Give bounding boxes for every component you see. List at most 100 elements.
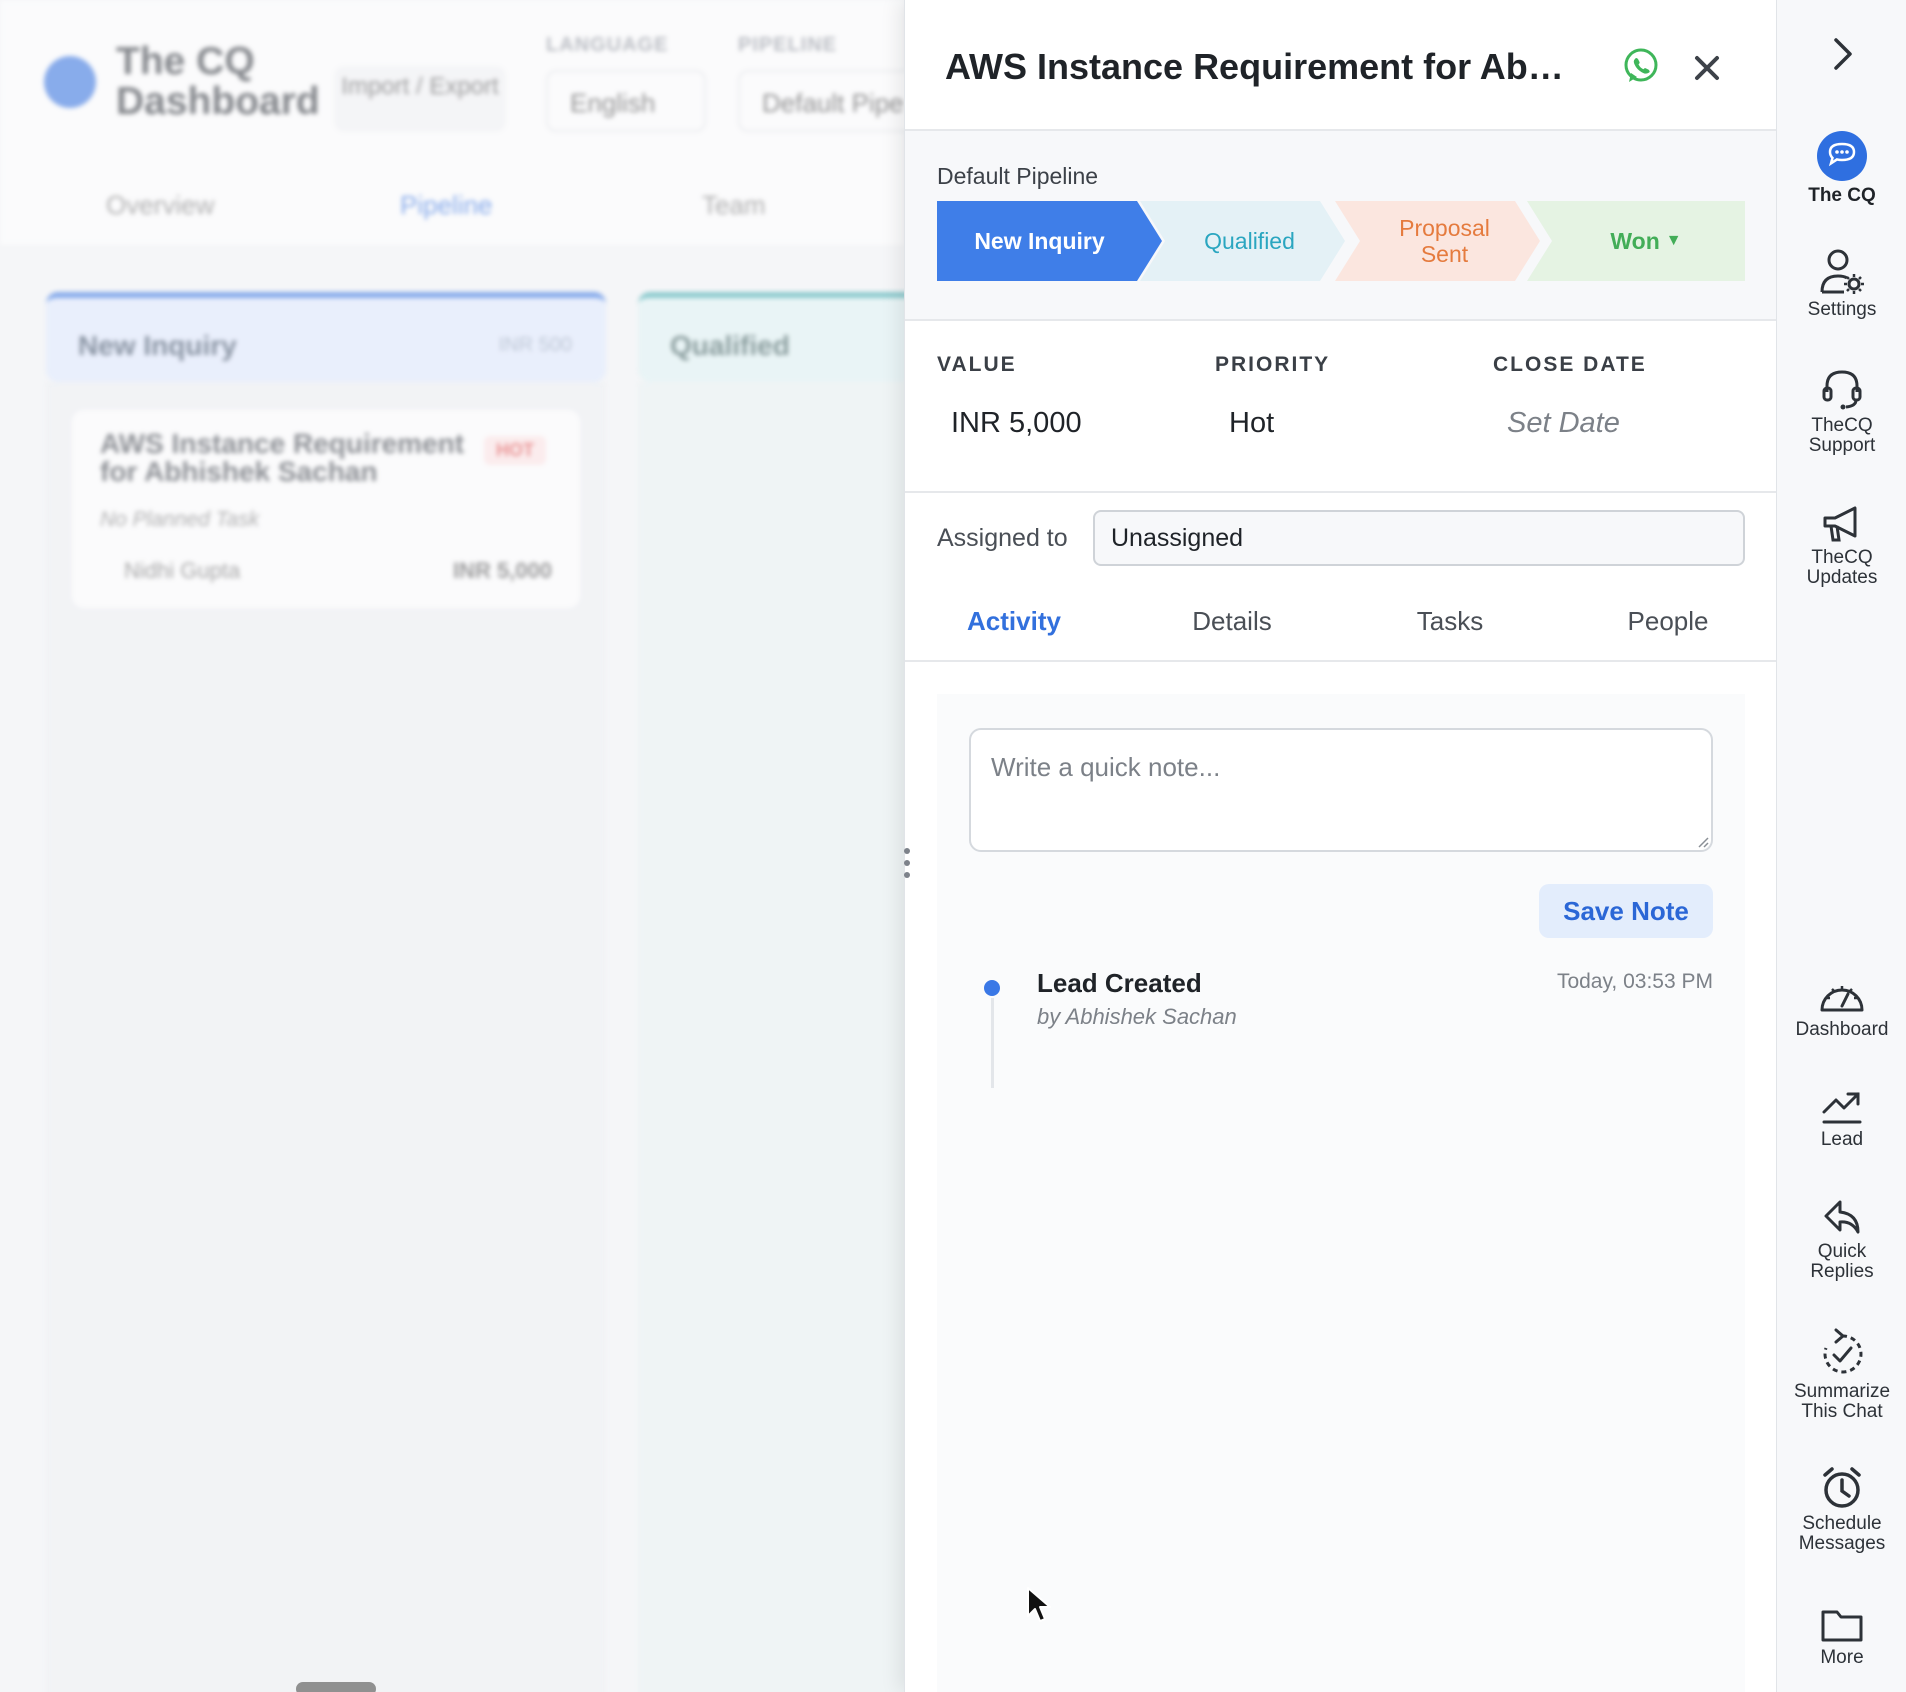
sidebar-item-label: Summarize This Chat: [1793, 1381, 1891, 1422]
sidebar-item-quick-replies[interactable]: Quick Replies: [1777, 1198, 1906, 1282]
priority-label: PRIORITY: [1215, 353, 1331, 376]
priority-field: PRIORITY Hot: [1215, 353, 1330, 440]
stage-label: Proposal Sent: [1399, 215, 1490, 267]
tab-overview[interactable]: Overview: [106, 190, 214, 221]
language-select[interactable]: English: [546, 70, 706, 132]
refresh-check-icon: [1823, 1328, 1863, 1374]
value-label: VALUE: [937, 353, 1017, 376]
right-sidebar: The CQ Settings TheCQ Support TheCQ Upda…: [1776, 0, 1906, 1692]
drawer-resize-handle[interactable]: [903, 848, 911, 878]
stage-label: Won: [1610, 228, 1660, 254]
assignment-row: Assigned to Unassigned: [937, 508, 1745, 566]
close-date-label: CLOSE DATE: [1493, 353, 1647, 376]
mouse-pointer-icon: [1027, 1587, 1051, 1622]
dashboard-title: The CQ Dashboard: [116, 40, 320, 123]
column-new-inquiry: New Inquiry INR 500: [46, 292, 606, 382]
stage-label: New Inquiry: [974, 228, 1105, 254]
sidebar-item-label: TheCQ Updates: [1806, 547, 1878, 588]
language-label: LANGUAGE: [546, 34, 669, 56]
timeline-dot: [984, 980, 1000, 996]
sidebar-item-lead[interactable]: Lead: [1777, 1086, 1906, 1150]
hot-badge: HOT: [484, 436, 546, 465]
stage-label: Qualified: [1204, 228, 1295, 254]
sidebar-item-label: Dashboard: [1795, 1019, 1889, 1040]
pipeline-name: Default Pipeline: [937, 163, 1099, 189]
sidebar-item-label: More: [1820, 1647, 1864, 1668]
lead-card-owner: Nidhi Gupta: [124, 558, 241, 583]
tab-details[interactable]: Details: [1123, 606, 1341, 637]
drawer-header: AWS Instance Requirement for Abhi...: [905, 0, 1777, 131]
lead-card[interactable]: AWS Instance Requirement for Abhishek Sa…: [72, 410, 580, 608]
sidebar-item-label: TheCQ Support: [1808, 415, 1876, 456]
whatsapp-icon[interactable]: [1621, 46, 1661, 86]
chevron-right-icon: [1834, 38, 1852, 70]
sidebar-item-more[interactable]: More: [1777, 1604, 1906, 1668]
folder-icon: [1821, 1610, 1863, 1642]
timeline-line: [991, 998, 994, 1088]
sidebar-item-dashboard[interactable]: Dashboard: [1777, 976, 1906, 1040]
stage-new-inquiry[interactable]: New Inquiry: [937, 201, 1162, 281]
sidebar-item-schedule[interactable]: Schedule Messages: [1777, 1466, 1906, 1554]
cq-logo-icon: [44, 56, 96, 108]
stage-qualified[interactable]: Qualified: [1140, 201, 1345, 281]
column-qualified: Qualified: [638, 292, 904, 382]
set-date-button[interactable]: Set Date: [1507, 407, 1647, 440]
activity-panel: Save Note Lead Created by Abhishek Sacha…: [937, 694, 1745, 1692]
trend-up-icon: [1822, 1092, 1862, 1124]
tab-people[interactable]: People: [1559, 606, 1777, 637]
sidebar-item-label: Quick Replies: [1810, 1241, 1874, 1282]
stage-proposal-sent[interactable]: Proposal Sent: [1335, 201, 1540, 281]
caret-down-icon: ▼: [1665, 232, 1682, 249]
timeline-event-time: Today, 03:53 PM: [1556, 970, 1713, 993]
close-date-field: CLOSE DATE Set Date: [1493, 353, 1647, 440]
column-title: New Inquiry: [78, 330, 237, 361]
detail-tabs: Activity Details Tasks People: [905, 588, 1777, 662]
sidebar-item-label: Schedule Messages: [1798, 1513, 1886, 1554]
lead-meta: VALUE INR 5,000 PRIORITY Hot CLOSE DATE …: [905, 323, 1777, 493]
lead-card-task: No Planned Task: [100, 508, 260, 531]
value-field: VALUE INR 5,000: [937, 353, 1082, 440]
timeline-event-author: by Abhishek Sachan: [1037, 1004, 1237, 1029]
reply-icon: [1824, 1200, 1860, 1234]
tab-tasks[interactable]: Tasks: [1341, 606, 1559, 637]
alarm-clock-icon: [1823, 1467, 1861, 1508]
collapse-sidebar-button[interactable]: [1777, 34, 1906, 74]
horizontal-scrollbar[interactable]: [296, 1682, 376, 1692]
priority-value[interactable]: Hot: [1229, 407, 1330, 440]
pipeline-stages: New Inquiry Qualified Proposal Sent Won ▼: [937, 201, 1745, 281]
stage-won[interactable]: Won ▼: [1527, 201, 1745, 281]
quick-note-input[interactable]: [969, 728, 1713, 852]
lead-card-amount: INR 5,000: [452, 558, 552, 583]
user-gear-icon: [1820, 249, 1864, 294]
sidebar-item-support[interactable]: TheCQ Support: [1777, 366, 1906, 456]
lead-card-title: AWS Instance Requirement for Abhishek Sa…: [100, 428, 465, 487]
dashboard-header: The CQ Dashboard Import / Export LANGUAG…: [0, 0, 904, 245]
sidebar-item-summarize[interactable]: Summarize This Chat: [1777, 1328, 1906, 1422]
value-amount[interactable]: INR 5,000: [951, 407, 1082, 440]
chat-bubble-icon: [1817, 131, 1867, 181]
assignee-select[interactable]: Unassigned: [1093, 510, 1745, 566]
background-dashboard: The CQ Dashboard Import / Export LANGUAG…: [0, 0, 904, 1692]
sidebar-item-label: Settings: [1807, 299, 1877, 320]
pipeline-select[interactable]: Default Pipe: [738, 70, 904, 132]
tab-team[interactable]: Team: [702, 190, 766, 221]
sidebar-item-updates[interactable]: TheCQ Updates: [1777, 504, 1906, 588]
tab-pipeline[interactable]: Pipeline: [400, 190, 493, 221]
sidebar-item-the-cq[interactable]: The CQ: [1777, 130, 1906, 206]
assigned-to-label: Assigned to: [937, 524, 1068, 552]
megaphone-icon: [1823, 506, 1857, 542]
column-amount: INR 500: [498, 334, 572, 356]
save-note-button[interactable]: Save Note: [1539, 884, 1713, 938]
pipeline-label: PIPELINE: [738, 34, 838, 56]
column-title: Qualified: [670, 330, 790, 361]
close-icon[interactable]: [1689, 50, 1725, 86]
import-export-button[interactable]: Import / Export: [334, 66, 506, 132]
timeline-event-title: Lead Created: [1037, 968, 1202, 998]
sidebar-item-label: The CQ: [1808, 185, 1876, 206]
resize-grip-icon[interactable]: [1697, 836, 1709, 848]
headset-icon: [1822, 370, 1862, 410]
sidebar-item-settings[interactable]: Settings: [1777, 246, 1906, 320]
sidebar-item-label: Lead: [1820, 1129, 1864, 1150]
tab-activity[interactable]: Activity: [905, 606, 1123, 637]
lead-title: AWS Instance Requirement for Abhi...: [945, 46, 1585, 87]
